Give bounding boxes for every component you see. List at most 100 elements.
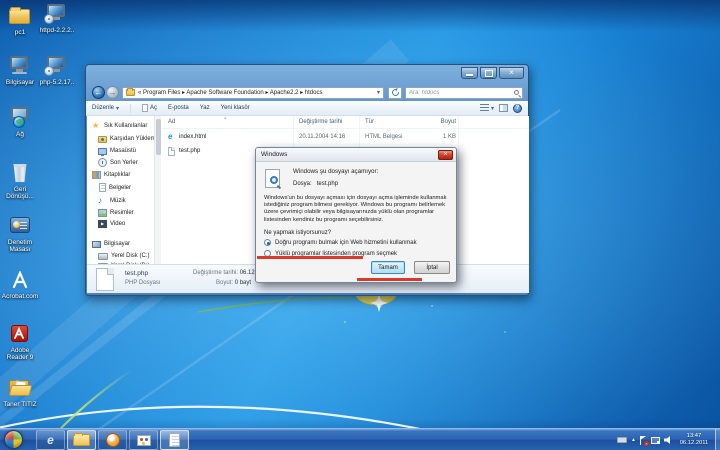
views-button[interactable]: ▾ [480, 104, 494, 112]
media-player-icon: ▶ [106, 433, 120, 447]
sidebar-item-music[interactable]: ♪ Müzik [87, 195, 154, 206]
taskbar-item-paint[interactable] [129, 430, 158, 450]
back-icon: ← [95, 89, 103, 97]
volume-icon[interactable] [664, 436, 672, 444]
maximize-button[interactable] [480, 67, 497, 79]
search-input[interactable] [409, 90, 514, 96]
preview-pane-button[interactable] [499, 104, 508, 112]
details-file-name: test.php [125, 270, 148, 277]
sidebar-item-recent[interactable]: Son Yerler [87, 157, 154, 168]
breadcrumb[interactable]: « Program Files ▸ Apache Software Founda… [122, 87, 384, 99]
dialog-close-button[interactable]: × [438, 150, 453, 160]
sidebar-scrollbar[interactable] [154, 116, 161, 264]
sidebar-label: Masaüstü [110, 148, 136, 154]
input-device-icon[interactable] [617, 437, 627, 443]
show-desktop-button[interactable] [715, 429, 720, 450]
folder-icon [73, 434, 90, 446]
desktop-icon-adobe-reader[interactable]: Adobe Reader 9 [0, 323, 40, 361]
open-button[interactable]: Aç [142, 104, 157, 112]
back-button[interactable]: ← [92, 86, 105, 99]
clock-date: 06.12.2011 [676, 440, 712, 447]
dialog-heading: Windows şu dosyayı açamıyor: [293, 168, 378, 175]
desktop-icon-computer[interactable]: Bilgisayar [0, 55, 40, 86]
search-box[interactable] [405, 87, 523, 99]
column-header-size[interactable]: Boyut [392, 119, 456, 125]
show-hidden-icons-button[interactable]: ▲ [631, 437, 636, 443]
sidebar-item-pictures[interactable]: Resimler [87, 207, 154, 218]
generic-file-icon [168, 147, 175, 156]
forward-button[interactable]: → [106, 86, 119, 99]
details-size-label: Boyut: [216, 280, 233, 286]
desktop-icon-label: Adobe Reader 9 [4, 347, 36, 361]
details-file-type: PHP Dosyası [125, 280, 161, 286]
print-button[interactable]: Yaz [200, 105, 210, 111]
desktop-icon-pc1[interactable]: pc1 [0, 5, 40, 36]
sidebar-item-documents[interactable]: Belgeler [87, 182, 154, 193]
help-button[interactable]: ? [513, 104, 522, 113]
close-icon: × [443, 151, 447, 158]
forward-icon: → [109, 89, 117, 97]
system-tray: ▲ × 13:47 06.12.2011 [617, 429, 712, 450]
sidebar-item-computer[interactable]: Bilgisayar [87, 238, 154, 249]
list-header-row: Ad ▴ Değiştirme tarihi Tür Boyut [162, 116, 529, 129]
organize-menu[interactable]: Düzenle ▾ [92, 105, 119, 112]
refresh-icon [390, 88, 400, 98]
cancel-button[interactable]: İptal [414, 261, 450, 274]
taskbar-item-explorer[interactable] [67, 430, 96, 450]
desktop-icon-label: Bilgisayar [6, 79, 34, 86]
sort-ascending-icon: ▴ [224, 116, 227, 121]
column-header-date[interactable]: Değiştirme tarihi [299, 119, 342, 125]
desktop-icon-taner-folder[interactable]: Taner TITIZ [0, 377, 40, 408]
column-header-type[interactable]: Tür [365, 119, 374, 125]
taskbar-item-internet-explorer[interactable]: e [36, 430, 65, 450]
sidebar-item-downloads[interactable]: Karşıdan Yüklem [87, 133, 154, 144]
email-button[interactable]: E-posta [168, 105, 189, 111]
scrollbar-thumb[interactable] [156, 119, 161, 155]
taskbar-item-notepad[interactable] [160, 430, 189, 450]
column-header-name[interactable]: Ad [168, 119, 175, 125]
minimize-icon [466, 74, 473, 76]
explorer-titlebar[interactable]: × [86, 65, 528, 84]
sidebar-label: Video [110, 221, 125, 227]
network-status-icon[interactable] [651, 436, 660, 444]
dialog-titlebar[interactable]: Windows × [256, 148, 456, 162]
refresh-button[interactable] [388, 87, 402, 99]
desktop-icon-label: Geri Dönüşü... [4, 186, 36, 200]
desktop-icon-label: pc1 [15, 29, 25, 36]
radio-selected-icon[interactable] [264, 239, 271, 246]
radio-option-web-service[interactable]: Doğru programı bulmak için Web hizmetini… [264, 239, 417, 246]
desktop-icon-label: Acrobat.com [2, 293, 39, 300]
desktop-icon-acrobat-com[interactable]: Acrobat.com [0, 269, 40, 300]
adobe-reader-icon [7, 323, 33, 345]
desktop-icon-network[interactable]: Ağ [0, 107, 40, 138]
taskbar-item-media-player[interactable]: ▶ [98, 430, 127, 450]
sidebar-item-desktop[interactable]: Masaüstü [87, 145, 154, 156]
file-size: 1 KB [392, 134, 456, 140]
desktop-icon [98, 148, 107, 155]
desktop-icon-httpd-installer[interactable]: httpd-2.2.2.. [37, 3, 77, 34]
search-icon [514, 90, 519, 95]
breadcrumb-path[interactable]: « Program Files ▸ Apache Software Founda… [138, 89, 374, 96]
ok-button[interactable]: Tamam [371, 261, 405, 274]
desktop-icon-control-panel[interactable]: Denetim Masası [0, 215, 40, 253]
star-icon: ★ [92, 121, 101, 130]
action-center-icon[interactable]: × [640, 436, 647, 445]
sidebar-label: Resimler [110, 210, 134, 216]
chevron-down-icon[interactable]: ▾ [377, 89, 380, 96]
close-icon: × [509, 69, 514, 77]
desktop-icon-recycle-bin[interactable]: Geri Dönüşü... [0, 162, 40, 200]
start-button[interactable] [4, 430, 23, 449]
taskbar: e ▶ ▲ × 13:47 06.12.2011 [0, 428, 720, 450]
sidebar-item-favorites[interactable]: ★ Sık Kullanılanlar [87, 120, 154, 131]
sidebar-item-libraries[interactable]: Kitaplıklar [87, 169, 154, 180]
sidebar-item-video[interactable]: ▶ Video [87, 218, 154, 229]
close-button[interactable]: × [499, 67, 524, 79]
taskbar-clock[interactable]: 13:47 06.12.2011 [676, 433, 712, 447]
dialog-question: Ne yapmak istiyorsunuz? [264, 230, 331, 236]
chevron-down-icon: ▾ [116, 105, 119, 112]
new-folder-button[interactable]: Yeni klasör [221, 105, 250, 111]
minimize-button[interactable] [461, 67, 478, 79]
file-row-index-html[interactable]: e index.html 20.11.2004 14:16 HTML Belge… [162, 131, 529, 144]
desktop-icon-php-installer[interactable]: php-5.2.17.. [37, 55, 77, 86]
ok-label: Tamam [378, 265, 398, 271]
